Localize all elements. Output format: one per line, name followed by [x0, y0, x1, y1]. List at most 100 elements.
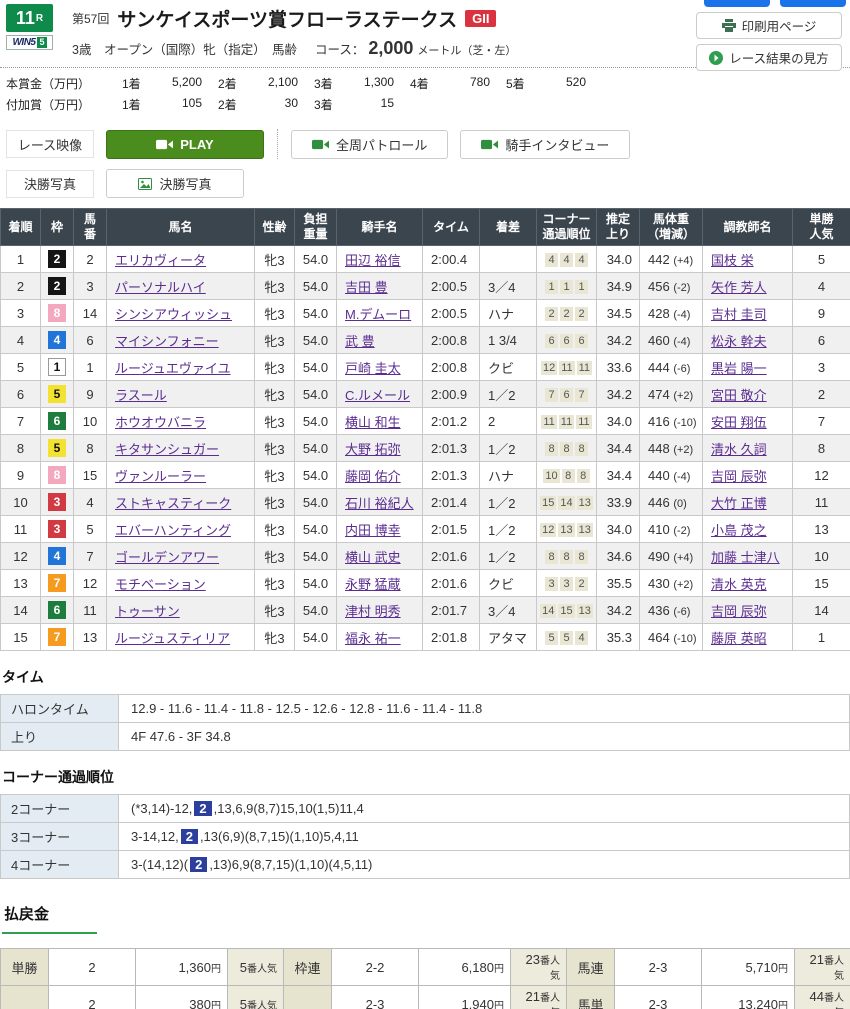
- horse-link[interactable]: ラスール: [115, 388, 167, 403]
- jockey-link[interactable]: 武 豊: [345, 334, 375, 349]
- body-weight-diff: (+4): [673, 552, 693, 564]
- time-row-label: 上り: [1, 723, 119, 751]
- prize-amount: 1,300: [346, 75, 394, 92]
- corner-order-cell: 666: [537, 327, 597, 354]
- jockey-interview-button[interactable]: 騎手インタビュー: [460, 130, 630, 159]
- trainer-link[interactable]: 国枝 栄: [711, 253, 754, 268]
- trainer-link[interactable]: 黒岩 陽一: [711, 361, 767, 376]
- horse-link[interactable]: エバーハンティング: [115, 523, 231, 538]
- top-nav-stub-button[interactable]: [704, 0, 770, 7]
- corner-position: 6: [545, 334, 558, 348]
- trainer-link[interactable]: 安田 翔伍: [711, 415, 767, 430]
- horse-link[interactable]: モチベーション: [115, 577, 206, 592]
- horse-link[interactable]: トゥーサン: [115, 604, 180, 619]
- trainer-link[interactable]: 宮田 敬介: [711, 388, 767, 403]
- jockey-link[interactable]: 横山 和生: [345, 415, 401, 430]
- trainer-cell: 吉岡 辰弥: [703, 597, 793, 624]
- jockey-link[interactable]: 津村 明秀: [345, 604, 401, 619]
- jockey-link[interactable]: 大野 拓弥: [345, 442, 401, 457]
- jockey-link[interactable]: 福永 祐一: [345, 631, 401, 646]
- jockey-link[interactable]: 田辺 裕信: [345, 253, 401, 268]
- prize-amount: 30: [250, 96, 298, 113]
- prize-place: 3着: [314, 96, 346, 113]
- horse-link[interactable]: ルージュエヴァイユ: [115, 361, 231, 376]
- payout-combination-cell: 2-3: [615, 949, 702, 986]
- trainer-link[interactable]: 矢作 芳人: [711, 280, 767, 295]
- weight-cell: 54.0: [295, 408, 337, 435]
- jockey-link[interactable]: 永野 猛蔵: [345, 577, 401, 592]
- corner-order-cell: 332: [537, 570, 597, 597]
- finish-photo-button[interactable]: 決勝写真: [106, 169, 244, 198]
- horse-link[interactable]: ヴァンルーラー: [115, 469, 206, 484]
- margin-cell: 1 3/4: [480, 327, 537, 354]
- payout-popularity-cell: 5番人気: [228, 986, 284, 1009]
- trainer-link[interactable]: 吉岡 辰弥: [711, 469, 767, 484]
- prize-pair: 2着30: [202, 96, 298, 113]
- frame-cell: 7: [41, 624, 74, 651]
- horse-link[interactable]: ゴールデンアワー: [115, 550, 219, 565]
- prize-amount: 5,200: [154, 75, 202, 92]
- horse-number-cell: 15: [74, 462, 107, 489]
- main-prize-label: 本賞金（万円）: [6, 75, 106, 92]
- trainer-link[interactable]: 松永 幹夫: [711, 334, 767, 349]
- print-page-button[interactable]: 印刷用ページ: [696, 12, 842, 39]
- trainer-link[interactable]: 大竹 正博: [711, 496, 767, 511]
- result-row: 1034ストキャスティーク牝354.0石川 裕紀人2:01.41／2151413…: [1, 489, 850, 516]
- trainer-link[interactable]: 小島 茂之: [711, 523, 767, 538]
- corner-row: 2コーナー(*3,14)-12,2,13,6,9(8,7)15,10(1,5)1…: [1, 795, 850, 823]
- trainer-link[interactable]: 藤原 英昭: [711, 631, 767, 646]
- payout-combination-cell: 2-3: [615, 986, 702, 1009]
- horse-link[interactable]: ストキャスティーク: [115, 496, 231, 511]
- trainer-link[interactable]: 加藤 士津八: [711, 550, 780, 565]
- trainer-link[interactable]: 吉岡 辰弥: [711, 604, 767, 619]
- frame-number-badge: 3: [48, 493, 66, 511]
- popularity-suffix: 番人気: [247, 1001, 277, 1009]
- horse-link[interactable]: キタサンシュガー: [115, 442, 219, 457]
- main-prize-row: 本賞金（万円） 1着5,2002着2,1003着1,3004着7805着520: [6, 75, 850, 92]
- result-guide-button[interactable]: レース結果の見方: [696, 44, 842, 71]
- horse-name-cell: シンシアウィッシュ: [107, 300, 255, 327]
- body-weight-diff: (+2): [673, 390, 693, 402]
- yen-suffix: 円: [211, 964, 221, 975]
- horse-link[interactable]: エリカヴィータ: [115, 253, 206, 268]
- time-cell: 2:00.8: [423, 354, 480, 381]
- finish-photo-button-label: 決勝写真: [159, 174, 211, 193]
- body-weight-cell: 416 (-10): [640, 408, 703, 435]
- corner-row-value: 3-(14,12)(2,13)6,9(8,7,15)(1,10)(4,5,11): [119, 851, 850, 879]
- horse-link[interactable]: ルージュスティリア: [115, 631, 230, 646]
- weight-cell: 54.0: [295, 435, 337, 462]
- horse-number-cell: 5: [74, 516, 107, 543]
- horse-link[interactable]: ホウオウバニラ: [115, 415, 206, 430]
- body-weight-cell: 444 (-6): [640, 354, 703, 381]
- margin-cell: クビ: [480, 570, 537, 597]
- payout-heading: 払戻金: [2, 903, 97, 934]
- trainer-link[interactable]: 清水 久詞: [711, 442, 767, 457]
- jockey-link[interactable]: M.デムーロ: [345, 307, 411, 322]
- horse-name-cell: ゴールデンアワー: [107, 543, 255, 570]
- horse-link[interactable]: シンシアウィッシュ: [115, 307, 232, 322]
- trainer-link[interactable]: 吉村 圭司: [711, 307, 767, 322]
- top-nav-stub-button[interactable]: [780, 0, 846, 7]
- jockey-link[interactable]: 吉田 豊: [345, 280, 388, 295]
- play-button[interactable]: PLAY: [106, 130, 264, 159]
- trainer-cell: 松永 幹夫: [703, 327, 793, 354]
- column-header: 着順: [1, 209, 41, 246]
- jockey-link[interactable]: 藤岡 佑介: [345, 469, 401, 484]
- corner-position: 8: [545, 550, 558, 564]
- last-3f-cell: 34.0: [597, 408, 640, 435]
- highlighted-horse-number: 2: [181, 829, 198, 844]
- jockey-link[interactable]: 内田 博幸: [345, 523, 401, 538]
- prize-pair: 3着1,300: [298, 75, 394, 92]
- frame-number-badge: 5: [48, 439, 66, 457]
- time-cell: 2:00.4: [423, 246, 480, 273]
- jockey-link[interactable]: 横山 武史: [345, 550, 401, 565]
- horse-link[interactable]: パーソナルハイ: [115, 280, 206, 295]
- bet-type-cell: 馬連: [567, 949, 615, 986]
- horse-link[interactable]: マイシンフォニー: [115, 334, 219, 349]
- jockey-link[interactable]: 戸崎 圭太: [345, 361, 401, 376]
- weight-cell: 54.0: [295, 516, 337, 543]
- jockey-link[interactable]: 石川 裕紀人: [345, 496, 414, 511]
- jockey-link[interactable]: C.ルメール: [345, 388, 410, 403]
- patrol-video-button[interactable]: 全周パトロール: [291, 130, 448, 159]
- trainer-link[interactable]: 清水 英克: [711, 577, 767, 592]
